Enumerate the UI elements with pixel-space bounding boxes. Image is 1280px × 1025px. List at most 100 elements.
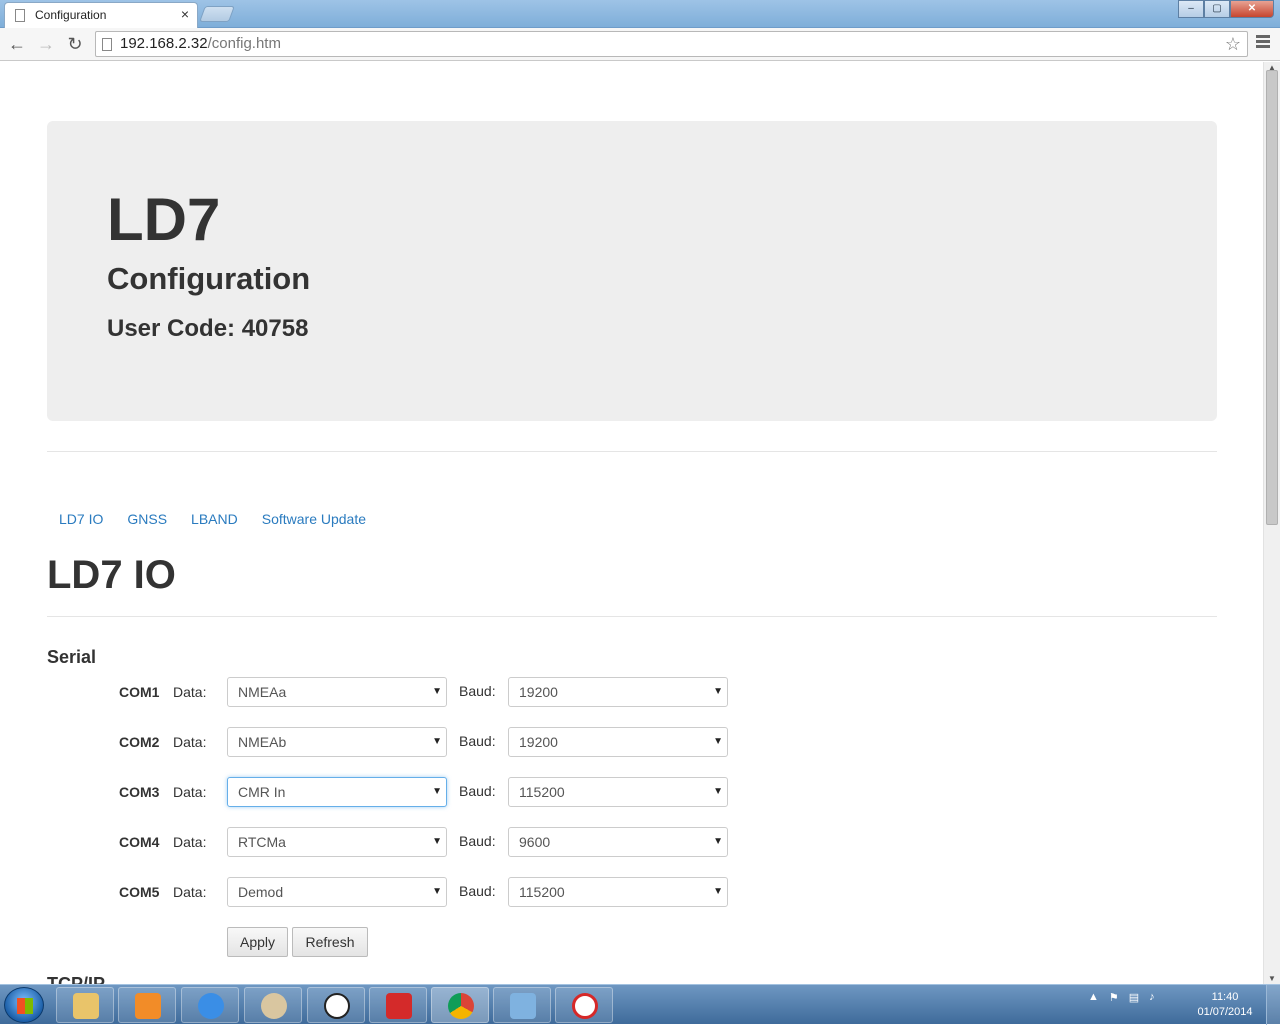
com-row-com3: COM3 Data: CMR In ▼ Baud: 115200 ▼ <box>0 777 800 807</box>
nav-link-software-update[interactable]: Software Update <box>250 511 378 527</box>
refresh-button[interactable]: Refresh <box>292 927 368 957</box>
device-title: LD7 <box>107 186 221 253</box>
vertical-scrollbar[interactable]: ▲ ▼ <box>1263 62 1280 984</box>
apply-button[interactable]: Apply <box>227 927 288 957</box>
taskbar-media-player[interactable] <box>118 987 176 1023</box>
browser-toolbar: ← → ↻ 192.168.2.32/config.htm ☆ <box>0 28 1280 61</box>
section-title: LD7 IO <box>47 553 176 597</box>
com5-data-select[interactable]: Demod ▼ <box>227 877 447 907</box>
clock-date: 01/07/2014 <box>1197 1006 1253 1018</box>
com-row-com1: COM1 Data: NMEAa ▼ Baud: 19200 ▼ <box>0 677 800 707</box>
port-label: COM2 <box>119 734 160 750</box>
com4-data-select[interactable]: RTCMa ▼ <box>227 827 447 857</box>
volume-icon[interactable]: ♪ <box>1149 991 1155 1004</box>
dropdown-caret-icon: ▼ <box>713 786 723 797</box>
taskbar: ▲ ⚑ ▤ ♪ 11:40 01/07/2014 <box>0 984 1280 1025</box>
system-tray: ▲ ⚑ ▤ ♪ <box>1088 991 1155 1004</box>
com2-data-select[interactable]: NMEAb ▼ <box>227 727 447 757</box>
maximize-button[interactable]: ▢ <box>1204 0 1230 18</box>
back-arrow-icon[interactable]: ← <box>5 32 29 56</box>
dropdown-caret-icon: ▼ <box>432 736 442 747</box>
target-icon <box>572 993 598 1019</box>
taskbar-internet-explorer[interactable] <box>181 987 239 1023</box>
tab-configuration[interactable]: Configuration × <box>4 2 198 28</box>
nav-link-ld7-io[interactable]: LD7 IO <box>47 511 115 527</box>
baud-label: Baud: <box>459 683 496 699</box>
action-center-icon[interactable]: ⚑ <box>1109 991 1119 1004</box>
file-explorer-icon <box>73 993 99 1019</box>
new-tab-button[interactable] <box>199 6 235 22</box>
document-icon <box>15 9 25 22</box>
dropdown-caret-icon: ▼ <box>713 736 723 747</box>
com-row-com5: COM5 Data: Demod ▼ Baud: 115200 ▼ <box>0 877 800 907</box>
close-window-button[interactable]: ✕ <box>1230 0 1274 18</box>
nav-link-gnss[interactable]: GNSS <box>115 511 179 527</box>
internet-explorer-icon <box>198 993 224 1019</box>
com3-baud-select[interactable]: 115200 ▼ <box>508 777 728 807</box>
divider <box>47 451 1217 452</box>
baud-label: Baud: <box>459 833 496 849</box>
show-desktop-button[interactable] <box>1266 985 1280 1025</box>
jumbotron: LD7 Configuration User Code: 40758 <box>47 121 1217 421</box>
address-bar[interactable]: 192.168.2.32/config.htm ☆ <box>95 31 1248 57</box>
com3-data-select[interactable]: CMR In ▼ <box>227 777 447 807</box>
window-controls: – ▢ ✕ <box>1178 0 1274 18</box>
page-viewport: LD7 Configuration User Code: 40758 LD7 I… <box>0 62 1263 984</box>
baud-label: Baud: <box>459 733 496 749</box>
tab-title: Configuration <box>35 8 107 22</box>
com2-baud-select[interactable]: 19200 ▼ <box>508 727 728 757</box>
port-label: COM5 <box>119 884 160 900</box>
clock-time: 11:40 <box>1211 991 1239 1003</box>
clock[interactable]: 11:40 01/07/2014 <box>1188 990 1262 1020</box>
com-row-com4: COM4 Data: RTCMa ▼ Baud: 9600 ▼ <box>0 827 800 857</box>
taskbar-file-explorer[interactable] <box>56 987 114 1023</box>
compass-icon <box>324 993 350 1019</box>
data-label: Data: <box>173 734 207 750</box>
chrome-icon <box>448 993 474 1019</box>
network-icon[interactable]: ▤ <box>1129 991 1139 1004</box>
section-nav: LD7 IO GNSS LBAND Software Update <box>47 511 378 527</box>
taskbar-target-app[interactable] <box>555 987 613 1023</box>
taskbar-compass[interactable] <box>307 987 365 1023</box>
com1-data-select[interactable]: NMEAa ▼ <box>227 677 447 707</box>
serial-heading: Serial <box>47 647 97 667</box>
divider <box>47 616 1217 617</box>
start-button[interactable] <box>4 987 44 1023</box>
dropdown-caret-icon: ▼ <box>713 886 723 897</box>
dropdown-caret-icon: ▼ <box>432 786 442 797</box>
page-subtitle: Configuration <box>107 261 311 296</box>
port-label: COM4 <box>119 834 160 850</box>
page-icon <box>102 38 112 51</box>
com4-baud-select[interactable]: 9600 ▼ <box>508 827 728 857</box>
scroll-down-icon[interactable]: ▼ <box>1268 974 1276 983</box>
pdf-icon <box>386 993 412 1019</box>
user-code: User Code: 40758 <box>107 315 309 342</box>
data-label: Data: <box>173 884 207 900</box>
taskbar-paint[interactable] <box>244 987 302 1023</box>
data-label: Data: <box>173 684 207 700</box>
dropdown-caret-icon: ▼ <box>713 686 723 697</box>
bookmark-star-icon[interactable]: ☆ <box>1225 32 1241 56</box>
data-label: Data: <box>173 834 207 850</box>
com1-baud-select[interactable]: 19200 ▼ <box>508 677 728 707</box>
scrollbar-thumb[interactable] <box>1266 70 1278 525</box>
reload-icon[interactable]: ↻ <box>63 32 87 56</box>
port-label: COM3 <box>119 784 160 800</box>
minimize-button[interactable]: – <box>1178 0 1204 18</box>
chrome-menu-icon[interactable] <box>1256 35 1270 50</box>
taskbar-pdf[interactable] <box>369 987 427 1023</box>
show-hidden-icons-icon[interactable]: ▲ <box>1088 991 1099 1004</box>
nav-link-lband[interactable]: LBAND <box>179 511 250 527</box>
forward-arrow-icon[interactable]: → <box>34 32 58 56</box>
com5-baud-select[interactable]: 115200 ▼ <box>508 877 728 907</box>
com-row-com2: COM2 Data: NMEAb ▼ Baud: 19200 ▼ <box>0 727 800 757</box>
url-text: 192.168.2.32/config.htm <box>120 35 281 52</box>
window-titlebar: Configuration × – ▢ ✕ <box>0 0 1280 28</box>
tab-close-icon[interactable]: × <box>181 6 189 22</box>
dropdown-caret-icon: ▼ <box>432 886 442 897</box>
dropdown-caret-icon: ▼ <box>432 836 442 847</box>
taskbar-chrome[interactable] <box>431 987 489 1023</box>
taskbar-control-panel[interactable] <box>493 987 551 1023</box>
data-label: Data: <box>173 784 207 800</box>
windows-flag-icon <box>17 998 33 1014</box>
